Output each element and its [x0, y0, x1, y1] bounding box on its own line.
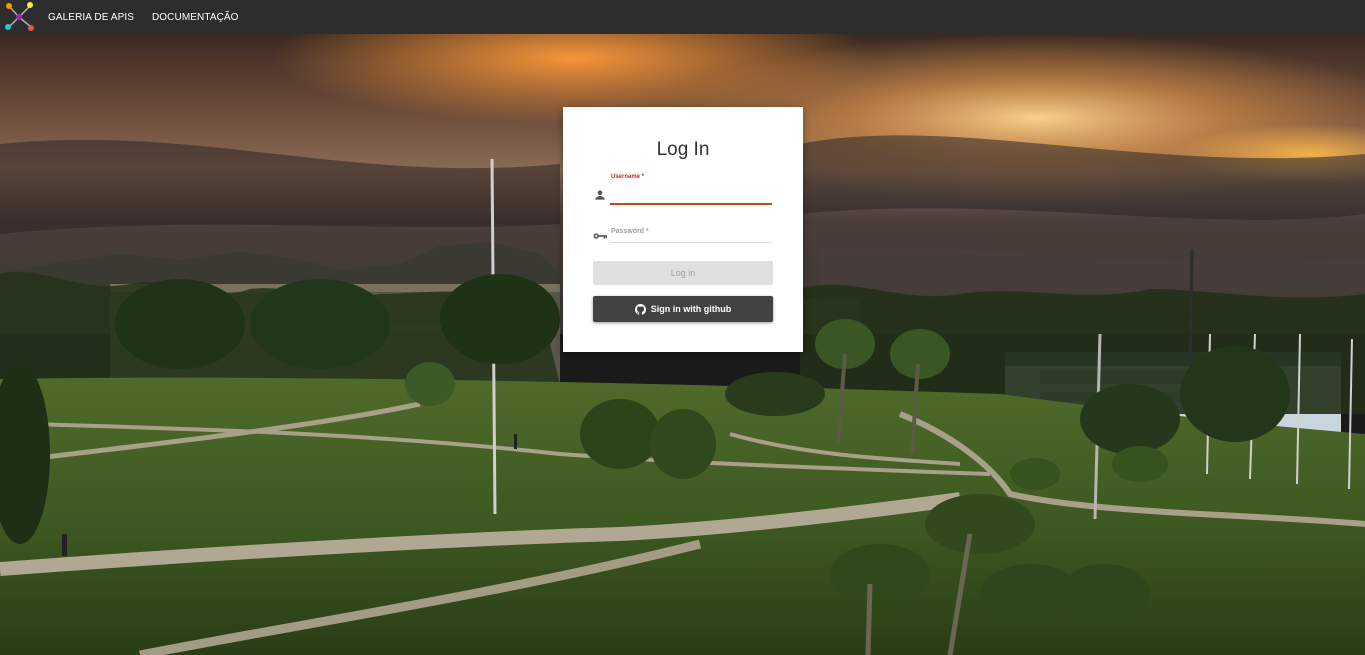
login-title: Log In — [656, 139, 710, 160]
password-field[interactable]: Password * — [593, 225, 773, 255]
top-navbar: GALERIA DE APIS DOCUMENTAÇÃO — [0, 0, 1365, 34]
username-label: Username * — [611, 174, 645, 180]
username-underline — [610, 203, 772, 205]
github-button-label: Sign in with github — [650, 304, 732, 314]
login-button[interactable]: Log in — [593, 261, 773, 285]
login-card: Log In Username * Password * Log in Sign… — [563, 107, 803, 352]
nav-link-documentacao[interactable]: DOCUMENTAÇÃO — [152, 12, 239, 23]
person-icon — [595, 190, 605, 200]
network-nodes-logo[interactable] — [2, 0, 36, 34]
key-icon — [593, 233, 607, 239]
github-icon — [634, 303, 646, 315]
username-input[interactable] — [610, 188, 772, 202]
password-input[interactable] — [610, 226, 772, 240]
nav-link-galeria-de-apis[interactable]: GALERIA DE APIS — [48, 12, 134, 23]
password-underline — [610, 242, 772, 243]
username-field[interactable]: Username * — [593, 174, 773, 205]
github-signin-button[interactable]: Sign in with github — [593, 296, 773, 322]
